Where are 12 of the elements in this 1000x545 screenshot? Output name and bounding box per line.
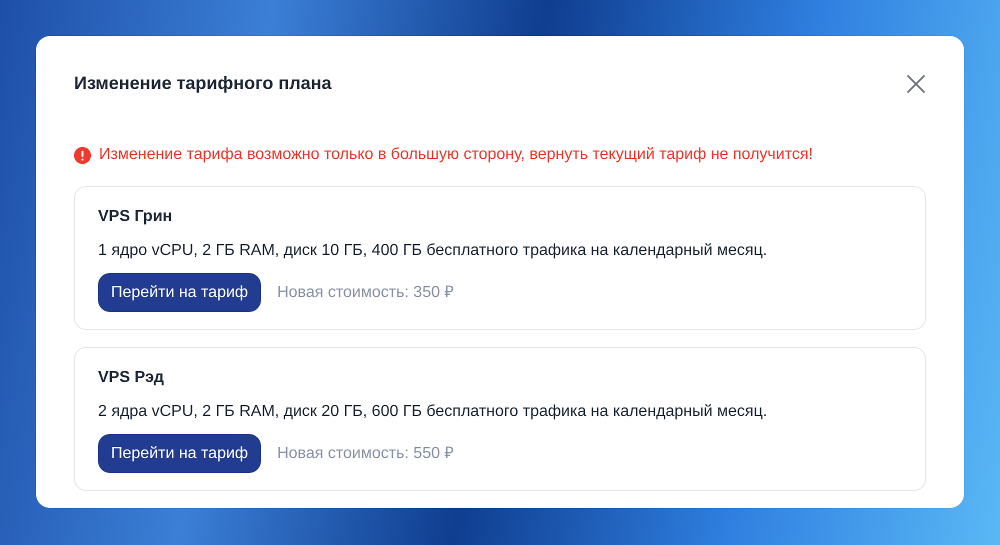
plan-name: VPS Грин xyxy=(98,207,174,227)
plan-description: 1 ядро vCPU, 2 ГБ RAM, диск 10 ГБ, 400 ГБ бесплатного трафика на календарный месяц. xyxy=(98,241,768,261)
warning-text: Изменение тарифа возможно только в большую сторону, вернуть текущий тариф не получится! xyxy=(99,145,813,165)
new-price: Новая стоимость: 350 ₽ xyxy=(277,282,454,302)
switch-plan-button[interactable]: Перейти на тариф xyxy=(98,273,262,312)
plan-name: VPS Рэд xyxy=(98,368,165,388)
close-icon xyxy=(906,74,926,94)
plan-description: 2 ядра vCPU, 2 ГБ RAM, диск 20 ГБ, 600 ГБ бесплатного трафика на календарный месяц. xyxy=(98,402,768,422)
dialog-title: Изменение тарифного плана xyxy=(74,72,332,95)
switch-plan-button[interactable]: Перейти на тариф xyxy=(98,434,262,473)
warning-icon xyxy=(74,146,91,164)
new-price: Новая стоимость: 550 ₽ xyxy=(277,444,454,464)
